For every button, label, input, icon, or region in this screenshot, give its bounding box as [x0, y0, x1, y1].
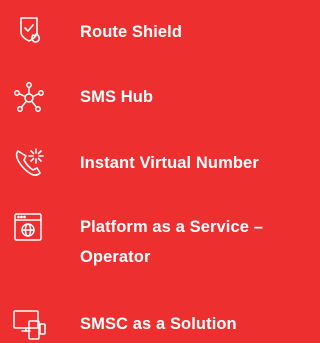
menu-item-label: Route Shield — [80, 23, 183, 41]
menu-item-label: SMSC as a Solution — [80, 315, 237, 333]
solutions-menu: Route Shield SMS Hub Instant Virtual Num… — [0, 0, 294, 340]
menu-item-label: SMS Hub — [80, 88, 154, 106]
menu-item-route-shield[interactable]: Route Shield — [0, 12, 294, 52]
network-hub-icon — [11, 80, 47, 116]
menu-item-instant-virtual-number[interactable]: Instant Virtual Number — [0, 143, 294, 183]
menu-item-smsc-as-a-solution[interactable]: SMSC as a Solution — [0, 305, 294, 340]
shield-fire-icon — [11, 14, 47, 50]
menu-item-label: Instant Virtual Number — [80, 154, 259, 172]
browser-globe-icon — [11, 209, 47, 245]
menu-item-platform-as-a-service-operator[interactable]: Platform as a Service – Operator — [0, 207, 294, 277]
devices-icon — [11, 307, 47, 343]
menu-item-sms-hub[interactable]: SMS Hub — [0, 78, 294, 118]
phone-spark-icon — [11, 145, 47, 181]
menu-item-label: Platform as a Service – Operator — [80, 218, 263, 266]
